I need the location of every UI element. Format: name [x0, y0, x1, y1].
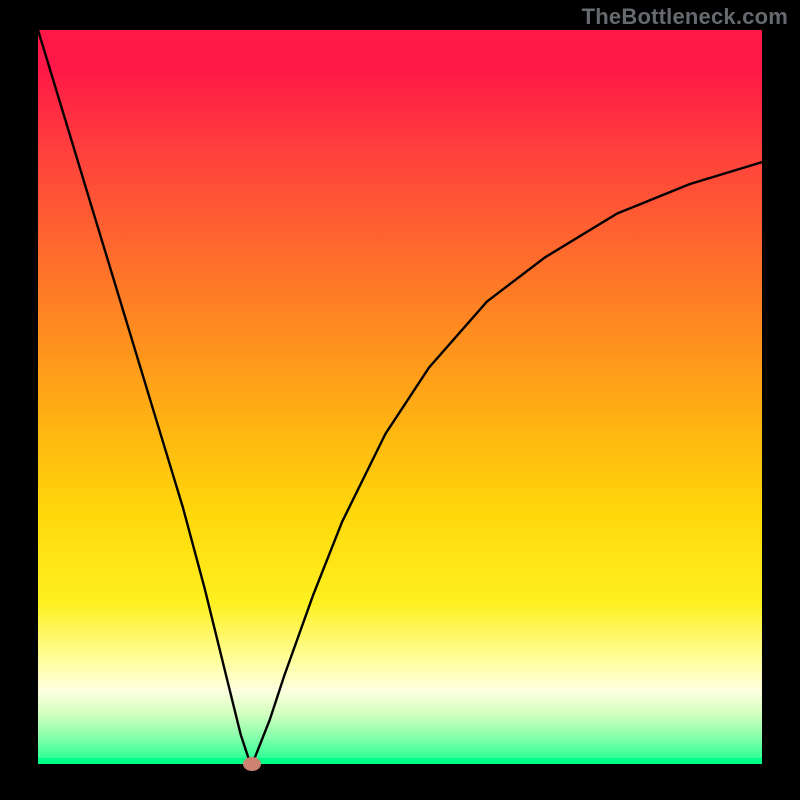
bottleneck-curve-path [38, 30, 762, 764]
watermark-text: TheBottleneck.com [582, 4, 788, 30]
optimal-point-marker [243, 757, 261, 771]
chart-frame: TheBottleneck.com [0, 0, 800, 800]
plot-area [38, 30, 762, 764]
curve-svg [38, 30, 762, 764]
